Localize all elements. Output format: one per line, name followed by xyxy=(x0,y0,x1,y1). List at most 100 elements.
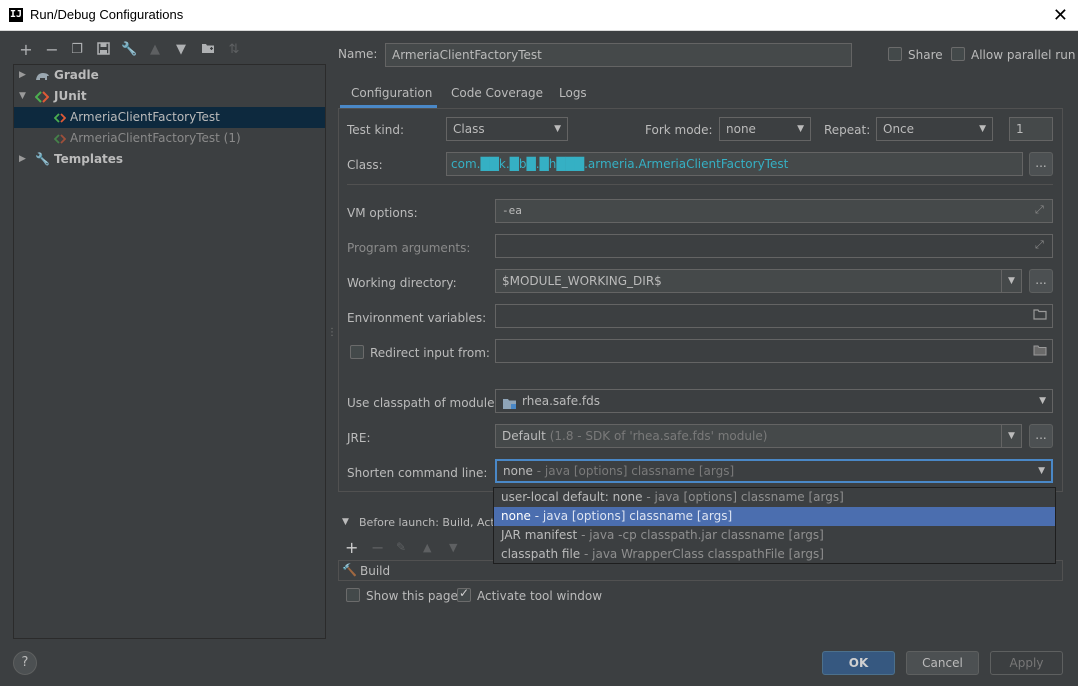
classpath-module-label: Use classpath of module: xyxy=(347,396,499,410)
tab-logs[interactable]: Logs xyxy=(559,82,587,108)
redirect-input-field[interactable] xyxy=(495,339,1053,363)
shorten-command-line-label: Shorten command line: xyxy=(347,466,488,480)
save-icon[interactable] xyxy=(95,42,111,58)
tree-item-label: JUnit xyxy=(54,89,87,103)
option-desc: - java [options] classname [args] xyxy=(534,509,733,523)
close-icon[interactable]: ✕ xyxy=(1053,5,1068,26)
tree-item-templates[interactable]: ▶ 🔧 Templates xyxy=(14,149,325,170)
help-button[interactable]: ? xyxy=(13,651,37,675)
folder-icon[interactable] xyxy=(1033,344,1047,359)
shorten-value-hint: - java [options] classname [args] xyxy=(536,464,735,478)
dropdown-option-user-local-default[interactable]: user-local default: none - java [options… xyxy=(494,488,1055,507)
repeat-select[interactable]: Once ▼ xyxy=(876,117,993,141)
add-icon[interactable]: + xyxy=(18,42,34,58)
junit-test-icon xyxy=(53,128,67,151)
jre-select[interactable]: Default (1.8 - SDK of 'rhea.safe.fds' mo… xyxy=(495,424,1022,448)
tree-item-label: Gradle xyxy=(54,68,99,82)
wrench-icon[interactable]: 🔧 xyxy=(121,42,137,58)
option-desc: - java [options] classname [args] xyxy=(646,490,844,504)
expand-icon[interactable]: ⤢ xyxy=(1035,238,1044,252)
module-folder-icon xyxy=(502,395,517,417)
redirect-input-label: Redirect input from: xyxy=(370,346,490,360)
name-label: Name: xyxy=(338,47,378,61)
activate-tool-window-label: Activate tool window xyxy=(477,589,603,603)
allow-parallel-checkbox[interactable] xyxy=(951,47,965,61)
test-kind-select[interactable]: Class ▼ xyxy=(446,117,568,141)
option-name: none xyxy=(501,509,531,523)
tree-item-label: ArmeriaClientFactoryTest xyxy=(70,110,220,124)
window-title: Run/Debug Configurations xyxy=(30,7,184,22)
chevron-down-icon: ▼ xyxy=(1038,466,1045,476)
dropdown-option-jar-manifest[interactable]: JAR manifest - java -cp classpath.jar cl… xyxy=(494,526,1055,545)
option-name: classpath file xyxy=(501,547,581,561)
class-browse-button[interactable]: ... xyxy=(1029,152,1053,176)
share-checkbox[interactable] xyxy=(888,47,902,61)
remove-icon[interactable]: − xyxy=(44,42,60,58)
junit-test-icon xyxy=(53,107,67,130)
tab-configuration[interactable]: Configuration xyxy=(340,82,437,108)
classpath-module-select[interactable]: rhea.safe.fds ▼ xyxy=(495,389,1053,413)
chevron-down-icon: ▼ xyxy=(1001,270,1021,292)
remove-icon[interactable]: − xyxy=(371,538,384,557)
move-down-icon[interactable]: ▼ xyxy=(449,541,457,554)
option-name: JAR manifest xyxy=(501,528,578,542)
move-up-icon[interactable]: ▲ xyxy=(147,42,163,58)
activate-tool-window-checkbox[interactable] xyxy=(457,586,471,602)
jre-value: Default xyxy=(502,429,546,443)
jre-label: JRE: xyxy=(347,431,371,445)
edit-icon[interactable]: ✎ xyxy=(396,540,406,554)
tree-item-gradle[interactable]: ▶ Gradle xyxy=(14,65,325,86)
copy-icon[interactable]: ❐ xyxy=(69,42,85,58)
environment-variables-field[interactable] xyxy=(495,304,1053,328)
expand-arrow-icon[interactable]: ▶ xyxy=(19,149,26,170)
before-launch-item-build[interactable]: Build xyxy=(360,564,390,578)
move-down-icon[interactable]: ▼ xyxy=(173,42,189,58)
chevron-down-icon: ▼ xyxy=(979,124,986,134)
fork-mode-label: Fork mode: xyxy=(645,123,713,137)
hammer-icon: 🔨 xyxy=(342,563,357,577)
redirect-input-checkbox[interactable] xyxy=(350,345,364,359)
class-field[interactable]: com.██k.█b█.█h███.armeria.ArmeriaClientF… xyxy=(446,152,1023,176)
vm-options-field[interactable]: -ea xyxy=(495,199,1053,223)
collapse-arrow-icon[interactable]: ▼ xyxy=(19,86,26,107)
new-folder-icon[interactable] xyxy=(200,42,216,58)
show-this-page-checkbox[interactable] xyxy=(346,588,360,602)
name-field[interactable]: ArmeriaClientFactoryTest xyxy=(385,43,852,67)
program-arguments-field[interactable] xyxy=(495,234,1053,258)
tree-item-armeria-test[interactable]: ArmeriaClientFactoryTest xyxy=(14,107,325,128)
tree-item-armeria-test-1[interactable]: ArmeriaClientFactoryTest (1) xyxy=(14,128,325,149)
fork-mode-select[interactable]: none ▼ xyxy=(719,117,811,141)
tree-item-junit[interactable]: ▼ JUnit xyxy=(14,86,325,107)
expand-icon[interactable]: ⤢ xyxy=(1035,203,1044,217)
dropdown-option-none[interactable]: none - java [options] classname [args] xyxy=(494,507,1055,526)
working-directory-select[interactable]: $MODULE_WORKING_DIR$ ▼ xyxy=(495,269,1022,293)
tab-code-coverage[interactable]: Code Coverage xyxy=(451,82,543,108)
collapse-arrow-icon[interactable]: ▼ xyxy=(342,517,349,527)
chevron-down-icon: ▼ xyxy=(797,124,804,134)
title-bar: IJ Run/Debug Configurations ✕ xyxy=(0,0,1078,31)
dropdown-option-classpath-file[interactable]: classpath file - java WrapperClass class… xyxy=(494,545,1055,564)
working-directory-label: Working directory: xyxy=(347,276,457,290)
configurations-tree[interactable]: ▶ Gradle ▼ JUnit ArmeriaClientFactoryTes… xyxy=(13,64,326,639)
shorten-command-line-select[interactable]: none - java [options] classname [args] ▼ xyxy=(495,459,1053,483)
expand-arrow-icon[interactable]: ▶ xyxy=(19,65,26,86)
folder-icon[interactable] xyxy=(1033,308,1047,323)
option-desc: - java -cp classpath.jar classname [args… xyxy=(581,528,824,542)
working-directory-value: $MODULE_WORKING_DIR$ xyxy=(502,274,662,288)
working-directory-browse-button[interactable]: ... xyxy=(1029,269,1053,293)
cancel-button[interactable]: Cancel xyxy=(906,651,979,675)
apply-button[interactable]: Apply xyxy=(990,651,1063,675)
chevron-down-icon: ▼ xyxy=(1039,396,1046,406)
vm-options-label: VM options: xyxy=(347,206,418,220)
shorten-command-line-dropdown[interactable]: user-local default: none - java [options… xyxy=(493,487,1056,564)
splitter-handle[interactable]: ⋮ xyxy=(327,328,337,346)
jre-browse-button[interactable]: ... xyxy=(1029,424,1053,448)
option-name: user-local default: none xyxy=(501,490,643,504)
option-desc: - java WrapperClass classpathFile [args] xyxy=(584,547,824,561)
repeat-count-field[interactable]: 1 xyxy=(1009,117,1053,141)
sort-icon[interactable]: ⇅ xyxy=(226,42,242,58)
move-up-icon[interactable]: ▲ xyxy=(423,541,431,554)
add-icon[interactable]: + xyxy=(345,538,358,557)
tree-item-label: Templates xyxy=(54,152,124,166)
ok-button[interactable]: OK xyxy=(822,651,895,675)
